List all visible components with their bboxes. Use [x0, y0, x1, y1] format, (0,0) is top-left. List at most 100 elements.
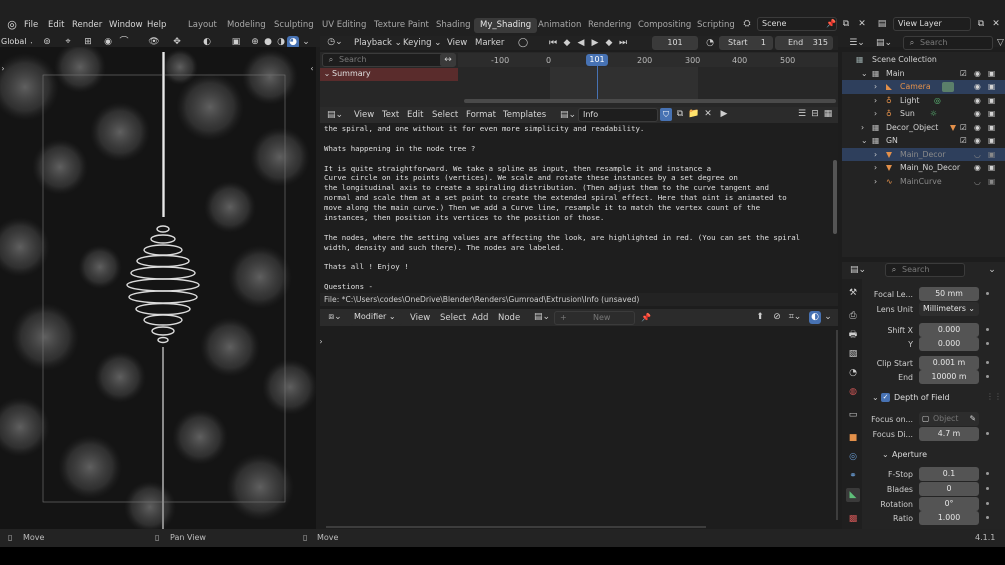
camera-render-icon[interactable]: ▣: [988, 121, 995, 135]
tab-rendering[interactable]: Rendering: [582, 18, 637, 33]
properties-options-icon[interactable]: ⌄: [986, 264, 998, 276]
outliner-row-gn[interactable]: ⌄ ▦ GN ☑ ◉ ▣: [842, 134, 1005, 148]
clip-end-field[interactable]: 10000 m: [919, 370, 979, 384]
render-tab-icon[interactable]: ⎙: [846, 309, 860, 323]
dof-checkbox[interactable]: ✓: [881, 393, 890, 402]
jump-end-icon[interactable]: ⏭: [617, 37, 629, 49]
lens-unit-dropdown[interactable]: Millimeters ⌄: [919, 302, 979, 316]
camera-render-icon[interactable]: ▣: [988, 67, 995, 81]
tool-tab-icon[interactable]: ⚒: [846, 286, 860, 300]
playhead-label[interactable]: 101: [586, 54, 608, 66]
eye-closed-icon[interactable]: ◡: [974, 175, 981, 189]
prev-keyframe-icon[interactable]: ◆: [561, 37, 573, 49]
camera-data-tab-icon[interactable]: ◣: [846, 488, 860, 502]
swap-icon[interactable]: ↔: [440, 54, 456, 66]
menu-edit[interactable]: Edit: [48, 20, 64, 30]
pin-icon[interactable]: 📌: [826, 18, 836, 30]
outliner-row-decor-object[interactable]: › ▦ Decor_Object ▼ ☑ ◉ ▣: [842, 121, 1005, 135]
end-frame-field[interactable]: End 315: [775, 36, 833, 50]
drag-handle-icon[interactable]: ⋮⋮: [986, 392, 1002, 401]
camera-render-icon[interactable]: ▣: [988, 161, 995, 175]
summary-row[interactable]: ⌄ Summary: [320, 68, 458, 81]
rotation-field[interactable]: 0°: [919, 497, 979, 511]
line-numbers-icon[interactable]: ☰: [796, 108, 808, 121]
start-frame-field[interactable]: Start 1: [719, 36, 773, 50]
word-wrap-icon[interactable]: ⊟: [809, 108, 821, 121]
outliner-search-input[interactable]: ⌕ Search: [903, 36, 993, 50]
menu-file[interactable]: File: [24, 20, 38, 30]
menu-render[interactable]: Render: [72, 20, 102, 30]
timeline-menu-keying[interactable]: Keying ⌄: [403, 38, 441, 48]
play-reverse-icon[interactable]: ◀: [575, 37, 587, 49]
depth-of-field-panel-header[interactable]: ⌄ ✓ Depth of Field ⋮⋮: [866, 391, 1002, 406]
tab-uv-editing[interactable]: UV Editing: [316, 18, 372, 33]
snap-node-icon[interactable]: ⌗⌄: [787, 311, 803, 324]
text-menu-edit[interactable]: Edit: [407, 110, 423, 120]
fstop-field[interactable]: 0.1: [919, 467, 979, 481]
outliner-type-icon[interactable]: ☰⌄: [848, 37, 866, 49]
tab-scripting[interactable]: Scripting: [691, 18, 741, 33]
play-icon[interactable]: ▶: [589, 37, 601, 49]
editor-type-icon[interactable]: ◷⌄: [326, 36, 344, 49]
camera-render-icon[interactable]: ▣: [988, 107, 995, 121]
tab-sculpting[interactable]: Sculpting: [268, 18, 320, 33]
open-text-icon[interactable]: 📁: [688, 108, 700, 121]
keyframe-dot[interactable]: [986, 328, 989, 331]
outliner-row-main-no-decor[interactable]: › ▼ Main_No_Decor ◉ ▣: [842, 161, 1005, 175]
timeline-menu-marker[interactable]: Marker: [475, 38, 504, 48]
toolbar-expand-icon[interactable]: ›: [0, 64, 6, 74]
eye-icon[interactable]: ◉: [974, 94, 981, 108]
view-layer-tab-icon[interactable]: ▧: [846, 347, 860, 361]
camera-render-icon[interactable]: ▣: [988, 80, 995, 94]
eye-icon[interactable]: ◉: [974, 67, 981, 81]
eye-icon[interactable]: ◉: [974, 107, 981, 121]
keyframe-dot[interactable]: [986, 292, 989, 295]
syntax-highlight-icon[interactable]: ▦: [822, 108, 834, 121]
clip-start-field[interactable]: 0.001 m: [919, 356, 979, 370]
scene-name-field[interactable]: Scene: [757, 17, 837, 31]
physics-tab-icon[interactable]: ◎: [846, 450, 860, 464]
node-mode-dropdown[interactable]: Modifier ⌄: [350, 311, 402, 325]
run-script-icon[interactable]: ▶: [718, 108, 730, 121]
node-tree-icon[interactable]: ▤⌄: [534, 311, 550, 324]
tab-compositing[interactable]: Compositing: [632, 18, 697, 33]
timeline-menu-view[interactable]: View: [447, 38, 467, 48]
blades-field[interactable]: 0: [919, 482, 979, 496]
new-scene-icon[interactable]: ⧉: [840, 18, 852, 30]
node-menu-add[interactable]: Add: [472, 313, 488, 323]
camera-render-icon[interactable]: ▣: [988, 148, 995, 162]
camera-render-icon[interactable]: ▣: [988, 94, 995, 108]
clock-icon[interactable]: ◔: [704, 37, 716, 49]
outliner-row-light[interactable]: › ♁ Light ◎ ◉ ▣: [842, 94, 1005, 108]
outliner-row-scene-collection[interactable]: ▦ Scene Collection: [842, 53, 1005, 67]
keyframe-dot[interactable]: [986, 516, 989, 519]
text-menu-view[interactable]: View: [354, 110, 374, 120]
checkbox-icon[interactable]: ☑: [960, 67, 967, 81]
keyframe-dot[interactable]: [986, 432, 989, 435]
pin-node-tree-icon[interactable]: 📌: [641, 311, 651, 324]
tab-my-shading[interactable]: My_Shading: [474, 18, 538, 33]
text-datablock-icon[interactable]: ▤⌄: [560, 109, 576, 121]
focal-length-field[interactable]: 50 mm: [919, 287, 979, 301]
keyframe-dot[interactable]: [986, 502, 989, 505]
focus-distance-field[interactable]: 4.7 m: [919, 427, 979, 441]
ratio-field[interactable]: 1.000: [919, 511, 979, 525]
jump-start-icon[interactable]: ⏮: [547, 37, 559, 49]
checkbox-icon[interactable]: ☑: [960, 134, 967, 148]
keyframe-dot[interactable]: [986, 472, 989, 475]
node-editor-type-icon[interactable]: ⧈⌄: [326, 311, 344, 324]
text-editor-body[interactable]: the spiral, and one without it for even …: [320, 123, 838, 293]
object-tab-icon[interactable]: ■: [846, 431, 860, 445]
keyframe-dot[interactable]: [986, 342, 989, 345]
constraints-tab-icon[interactable]: ⚭: [846, 469, 860, 483]
timeline-menu-playback[interactable]: Playback ⌄: [354, 38, 402, 48]
timeline-search-input[interactable]: ⌕ Search: [322, 53, 456, 67]
outliner-row-main-decor[interactable]: › ▼ Main_Decor ◡ ▣: [842, 147, 1005, 162]
output-tab-icon[interactable]: 🖶: [846, 328, 860, 342]
eye-icon[interactable]: ◉: [974, 121, 981, 135]
eye-icon[interactable]: ◉: [974, 161, 981, 175]
node-scrollbar[interactable]: [326, 526, 706, 528]
node-menu-node[interactable]: Node: [498, 313, 520, 323]
text-menu-format[interactable]: Format: [466, 110, 496, 120]
delete-view-layer-icon[interactable]: ✕: [990, 18, 1002, 30]
